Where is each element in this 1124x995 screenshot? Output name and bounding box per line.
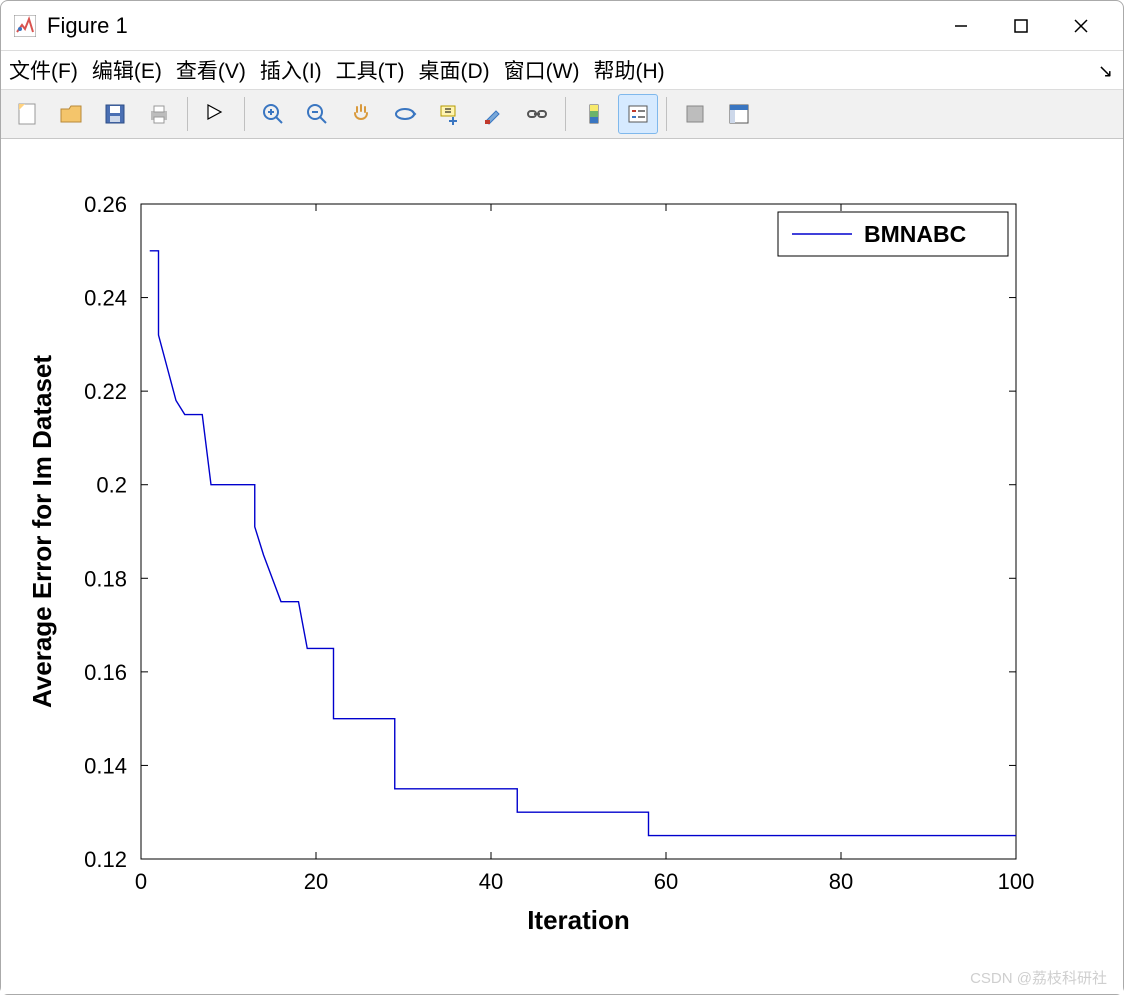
y-axis-label: Average Error for Im Dataset: [27, 355, 57, 708]
new-figure-button[interactable]: [7, 94, 47, 134]
x-tick-label: 60: [654, 869, 678, 894]
x-tick-label: 20: [304, 869, 328, 894]
axes-area[interactable]: 0 20 40 60 80 100 0.12 0.14 0.16 0.18 0.2 0.22 0.24 0…: [1, 139, 1123, 994]
titlebar: Figure 1: [1, 1, 1123, 51]
y-tick-label: 0.24: [84, 286, 127, 311]
minimize-button[interactable]: [931, 1, 991, 51]
menu-window[interactable]: 窗口(W): [504, 55, 580, 85]
zoom-out-button[interactable]: [297, 94, 337, 134]
menu-edit[interactable]: 编辑(E): [92, 55, 162, 85]
menu-help[interactable]: 帮助(H): [593, 55, 664, 85]
chart-svg: 0 20 40 60 80 100 0.12 0.14 0.16 0.18 0.2 0.22 0.24 0…: [1, 139, 1123, 989]
y-tick-label: 0.16: [84, 660, 127, 685]
menu-desktop[interactable]: 桌面(D): [418, 55, 489, 85]
insert-colorbar-button[interactable]: [574, 94, 614, 134]
edit-plot-button[interactable]: [196, 94, 236, 134]
open-button[interactable]: [51, 94, 91, 134]
insert-legend-button[interactable]: [618, 94, 658, 134]
menu-tools[interactable]: 工具(T): [336, 55, 405, 85]
menubar: 文件(F) 编辑(E) 查看(V) 插入(I) 工具(T) 桌面(D) 窗口(W…: [1, 51, 1123, 90]
y-tick-label: 0.26: [84, 192, 127, 217]
menu-view[interactable]: 查看(V): [176, 55, 246, 85]
hide-plot-tools-button[interactable]: [675, 94, 715, 134]
axes-box: [141, 204, 1016, 859]
zoom-in-button[interactable]: [253, 94, 293, 134]
y-tick-label: 0.2: [96, 473, 127, 498]
menu-insert[interactable]: 插入(I): [260, 55, 322, 85]
data-cursor-button[interactable]: [429, 94, 469, 134]
x-tick-label: 0: [135, 869, 147, 894]
x-axis-label: Iteration: [527, 905, 630, 935]
y-tick-label: 0.22: [84, 379, 127, 404]
x-tick-label: 40: [479, 869, 503, 894]
x-tick-label: 80: [829, 869, 853, 894]
y-tick-label: 0.18: [84, 566, 127, 591]
show-plot-tools-button[interactable]: [719, 94, 759, 134]
rotate-3d-button[interactable]: [385, 94, 425, 134]
print-button[interactable]: [139, 94, 179, 134]
menu-file[interactable]: 文件(F): [9, 55, 78, 85]
link-data-button[interactable]: [517, 94, 557, 134]
brush-button[interactable]: [473, 94, 513, 134]
window-title: Figure 1: [47, 13, 128, 39]
menubar-overflow-icon[interactable]: ↘: [1098, 61, 1113, 82]
maximize-button[interactable]: [991, 1, 1051, 51]
save-button[interactable]: [95, 94, 135, 134]
pan-button[interactable]: [341, 94, 381, 134]
matlab-icon: [13, 14, 37, 38]
y-tick-label: 0.12: [84, 847, 127, 872]
legend-entry-label: BMNABC: [864, 221, 966, 247]
toolbar: [1, 90, 1123, 139]
x-tick-label: 100: [998, 869, 1035, 894]
y-tick-label: 0.14: [84, 753, 127, 778]
close-button[interactable]: [1051, 1, 1111, 51]
figure-window: Figure 1 文件(F) 编辑(E) 查看(V) 插入(I) 工具(T) 桌…: [0, 0, 1124, 995]
